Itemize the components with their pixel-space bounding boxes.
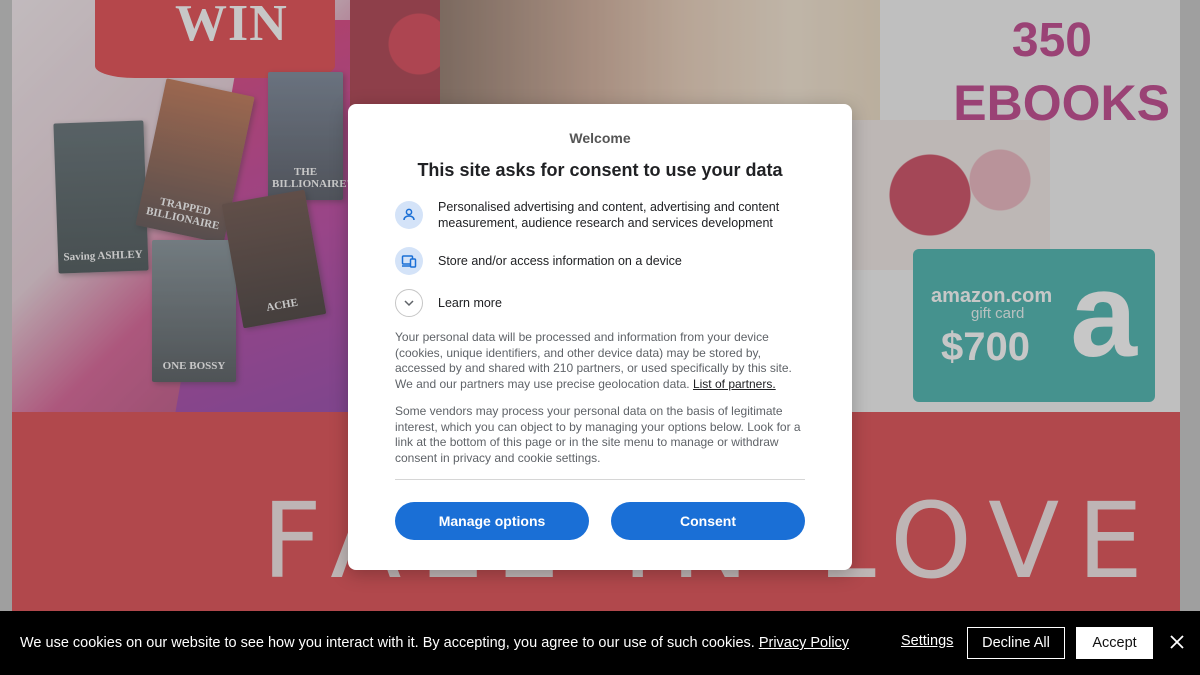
purpose-item: Personalised advertising and content, ad… xyxy=(395,199,805,231)
decline-all-button[interactable]: Decline All xyxy=(967,627,1065,659)
dialog-divider xyxy=(395,478,805,480)
purpose-text: Personalised advertising and content, ad… xyxy=(438,200,780,230)
learn-more-toggle[interactable]: Learn more xyxy=(395,289,805,317)
dialog-title: This site asks for consent to use your d… xyxy=(417,160,783,180)
accept-button[interactable]: Accept xyxy=(1076,627,1153,659)
purpose-item: Store and/or access information on a dev… xyxy=(395,247,805,275)
data-processing-paragraph: Your personal data will be processed and… xyxy=(395,330,805,393)
purpose-text: Store and/or access information on a dev… xyxy=(438,254,682,268)
chevron-down-icon xyxy=(395,289,423,317)
cookie-notice-text: We use cookies on our website to see how… xyxy=(20,635,755,651)
dialog-actions: Manage options Consent xyxy=(395,501,805,540)
person-icon xyxy=(395,201,423,229)
close-icon[interactable] xyxy=(1166,631,1188,653)
consent-button[interactable]: Consent xyxy=(611,501,805,540)
legitimate-interest-paragraph: Some vendors may process your personal d… xyxy=(395,403,801,465)
cookie-settings-link[interactable]: Settings xyxy=(901,633,953,649)
learn-more-label: Learn more xyxy=(438,296,502,310)
privacy-policy-link[interactable]: Privacy Policy xyxy=(759,635,849,651)
manage-options-button[interactable]: Manage options xyxy=(395,501,589,540)
devices-icon xyxy=(395,247,423,275)
dialog-kicker: Welcome xyxy=(569,130,631,146)
cookie-bar: We use cookies on our website to see how… xyxy=(0,611,1200,675)
consent-dialog: Welcome This site asks for consent to us… xyxy=(348,104,852,570)
list-of-partners-link[interactable]: List of partners. xyxy=(693,377,776,391)
